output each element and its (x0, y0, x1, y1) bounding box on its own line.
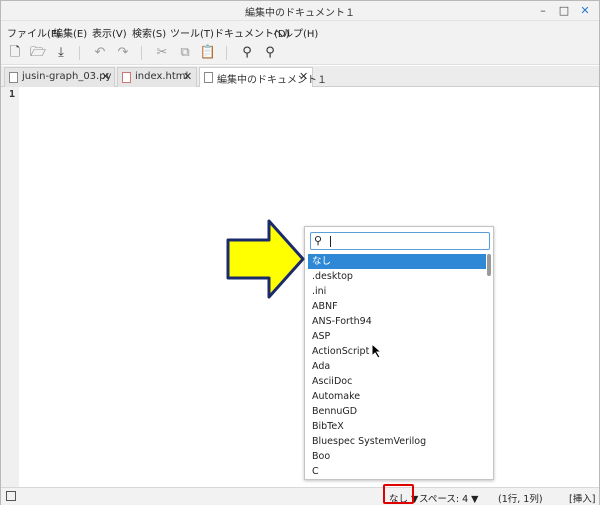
menu-help[interactable]: ヘルプ(H) (273, 25, 318, 40)
toolbar: 🗋 🗁 ⤓ ↶ ↷ ✂ ⧉ 📋 ⚲ ⚲ (1, 41, 599, 65)
mouse-cursor-icon (371, 343, 383, 359)
text-caret (330, 236, 331, 247)
save-icon[interactable]: ⤓ (52, 44, 70, 62)
list-item[interactable]: ANS-Forth94 (308, 314, 486, 329)
line-number-gutter: 1 (1, 87, 19, 487)
menu-edit[interactable]: 編集(E) (53, 25, 87, 40)
tab-close-icon[interactable]: ✕ (183, 70, 192, 83)
search-icon: ⚲ (314, 234, 323, 247)
indent-selector[interactable]: スペース: 4 ▼ (419, 491, 478, 505)
html-file-icon (122, 72, 131, 83)
list-item[interactable]: .ini (308, 284, 486, 299)
undo-icon[interactable]: ↶ (91, 44, 109, 62)
window-title: 編集中のドキュメント１ (245, 8, 355, 19)
title-bar: 編集中のドキュメント１ – □ ✕ (1, 1, 599, 21)
list-item[interactable]: .desktop (308, 269, 486, 284)
cut-icon[interactable]: ✂ (153, 44, 171, 62)
line-number: 1 (9, 89, 16, 100)
list-item[interactable]: ABNF (308, 299, 486, 314)
list-item[interactable]: ASP (308, 329, 486, 344)
text-file-icon (204, 72, 213, 83)
tab-jusin-graph[interactable]: jusin-graph_03.py ✕ (4, 67, 115, 87)
tab-bar: jusin-graph_03.py ✕ index.html ✕ 編集中のドキュ… (1, 66, 599, 88)
redo-icon[interactable]: ↷ (114, 44, 132, 62)
maximize-button[interactable]: □ (556, 3, 572, 19)
copy-icon[interactable]: ⧉ (176, 44, 194, 62)
menu-bar: ファイル(F) 編集(E) 表示(V) 検索(S) ツール(T) ドキュメント(… (1, 21, 599, 41)
list-item[interactable]: Bluespec SystemVerilog (308, 434, 486, 449)
sidebar-toggle-icon[interactable] (6, 491, 16, 501)
list-item[interactable]: なし (308, 254, 486, 269)
toolbar-separator (226, 46, 227, 60)
list-item[interactable]: Boo (308, 449, 486, 464)
list-item[interactable]: AsciiDoc (308, 374, 486, 389)
dropdown-scrollbar[interactable] (487, 254, 491, 276)
minimize-button[interactable]: – (535, 3, 551, 19)
dropdown-arrow-icon: ▼ (471, 494, 479, 505)
syntax-dropdown: ⚲ なし .desktop .ini ABNF ANS-Forth94 ASP … (304, 226, 494, 480)
cursor-position: (1行, 1列) (498, 494, 543, 505)
list-item[interactable]: Automake (308, 389, 486, 404)
toolbar-separator (141, 46, 142, 60)
list-item[interactable]: BibTeX (308, 419, 486, 434)
tab-label: index.html (135, 71, 189, 82)
find-icon[interactable]: ⚲ (238, 44, 256, 62)
tab-label: jusin-graph_03.py (22, 71, 112, 82)
list-item[interactable]: Ada (308, 359, 486, 374)
list-item[interactable]: C (308, 464, 486, 476)
replace-icon[interactable]: ⚲ (261, 44, 279, 62)
python-file-icon (9, 72, 18, 83)
new-file-icon[interactable]: 🗋 (6, 44, 24, 62)
syntax-search-input[interactable]: ⚲ (310, 232, 490, 250)
highlight-box (383, 484, 414, 504)
list-item[interactable]: BennuGD (308, 404, 486, 419)
toolbar-separator (79, 46, 80, 60)
insert-mode: [挿入] (569, 494, 596, 505)
tab-untitled-document[interactable]: 編集中のドキュメント１ ✕ (199, 67, 327, 88)
open-folder-icon[interactable]: 🗁 (29, 44, 47, 62)
paste-icon[interactable]: 📋 (199, 44, 217, 62)
tab-close-icon[interactable]: ✕ (299, 70, 308, 83)
status-bar: なし ▼ スペース: 4 ▼ (1行, 1列) [挿入] (1, 487, 599, 505)
list-item[interactable]: ActionScript (308, 344, 486, 359)
tab-index-html[interactable]: index.html ✕ (117, 67, 197, 87)
menu-tools[interactable]: ツール(T) (170, 25, 214, 40)
indent-label: スペース: 4 (419, 494, 469, 505)
menu-search[interactable]: 検索(S) (132, 25, 166, 40)
tab-close-icon[interactable]: ✕ (101, 70, 110, 83)
menu-view[interactable]: 表示(V) (92, 25, 127, 40)
syntax-list: なし .desktop .ini ABNF ANS-Forth94 ASP Ac… (308, 254, 486, 476)
close-button[interactable]: ✕ (577, 3, 593, 19)
pointer-arrow-icon (226, 219, 305, 299)
tab-label: 編集中のドキュメント１ (217, 75, 327, 86)
